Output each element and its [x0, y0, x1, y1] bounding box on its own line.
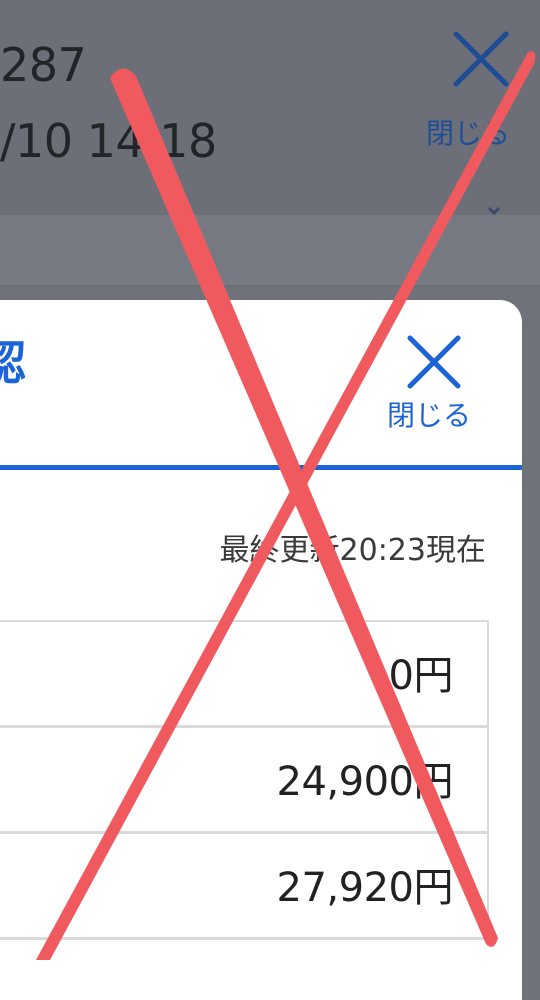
background-band [0, 215, 540, 285]
table-row: 24,900円 [0, 728, 487, 834]
close-icon [453, 31, 509, 87]
table-row: 27,920円 [0, 834, 487, 940]
modal-close-button[interactable]: 閉じる [380, 330, 500, 440]
modal-close-label: 閉じる [387, 399, 472, 432]
last-updated-text: 最終更新20:23現在 [219, 533, 486, 568]
background-close-label: 閉じる [426, 117, 511, 150]
confirmation-modal: 認 閉じる 最終更新20:23現在 0円 24,900円 27,920円 [0, 300, 522, 1000]
background-id-text: 287 [0, 38, 87, 92]
price-value: 0円 [388, 653, 454, 699]
background-divider [0, 285, 540, 287]
price-value: 27,920円 [276, 865, 454, 911]
modal-title: 認 [0, 336, 26, 390]
price-table: 0円 24,900円 27,920円 [0, 620, 489, 940]
price-value: 24,900円 [276, 759, 454, 805]
close-icon [407, 335, 461, 389]
table-row: 0円 [0, 622, 487, 728]
background-header: 287 /10 14:18 閉じる [0, 0, 540, 216]
background-close-button[interactable]: 閉じる [420, 28, 540, 148]
modal-divider [0, 465, 522, 470]
background-datetime-text: /10 14:18 [0, 114, 217, 168]
